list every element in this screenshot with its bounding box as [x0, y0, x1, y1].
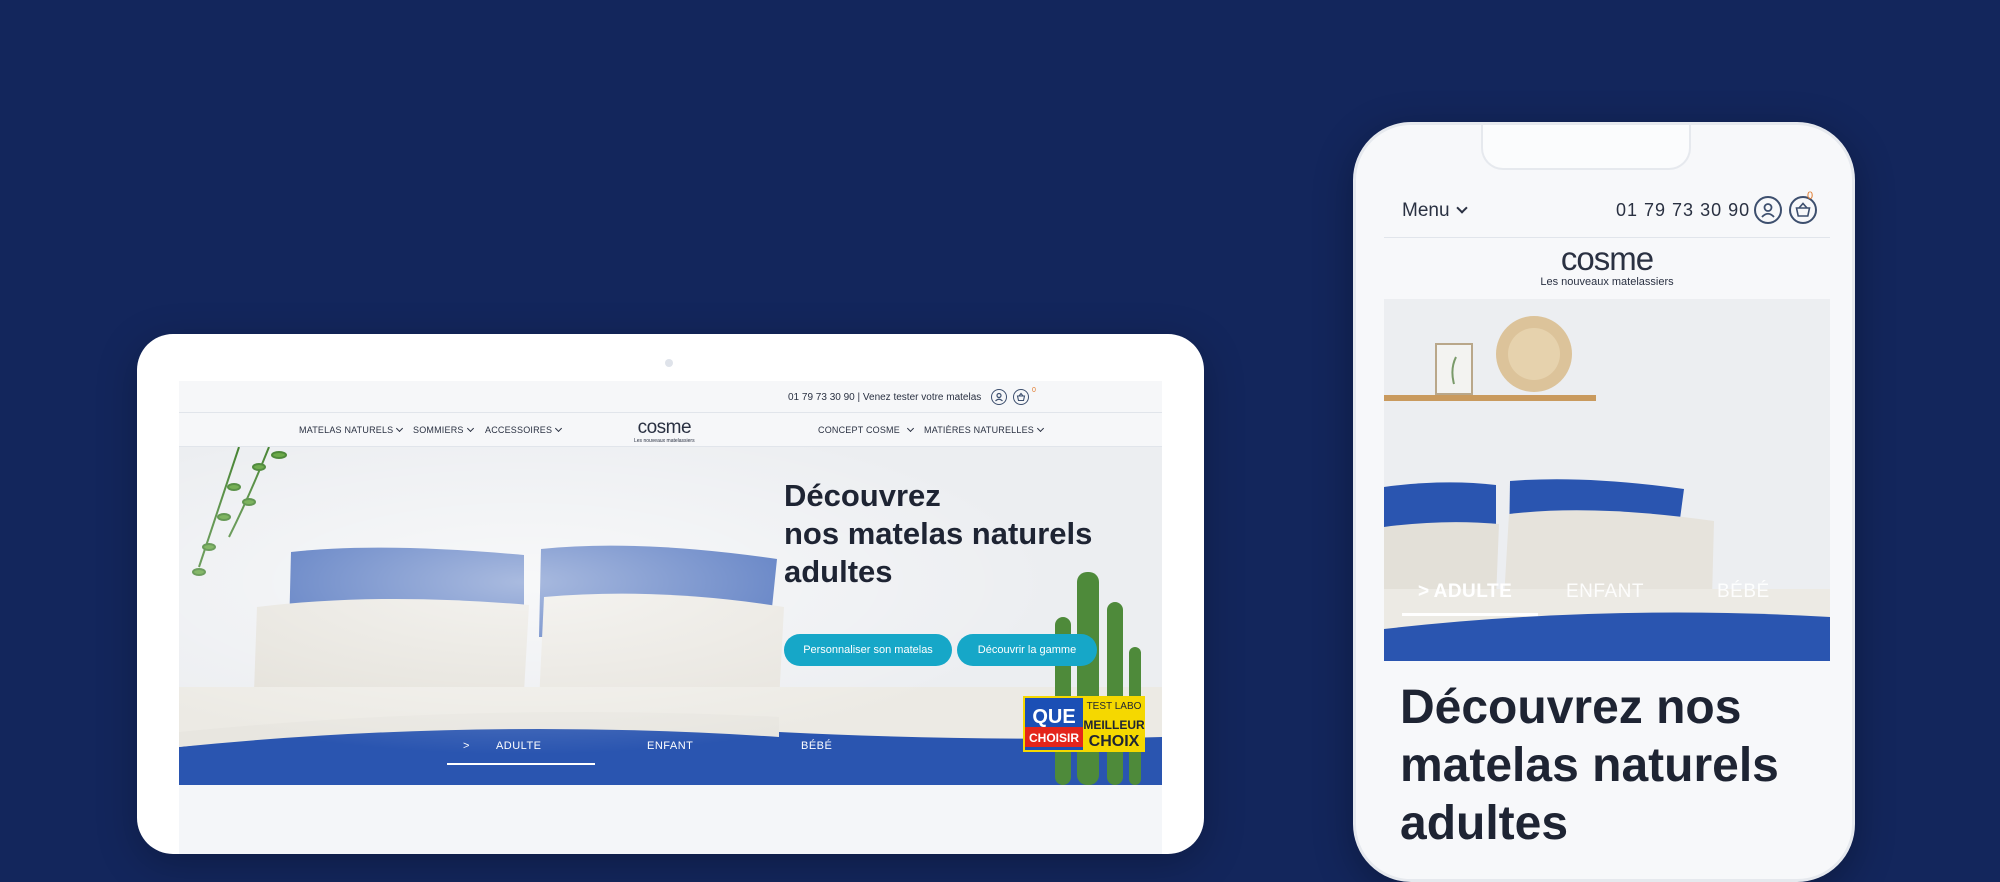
phone-notch [1481, 125, 1691, 170]
nav-sommiers[interactable]: SOMMIERS [413, 424, 474, 435]
tab-bebe[interactable]: BÉBÉ [801, 740, 832, 752]
chevron-down-icon [1455, 202, 1468, 214]
chevron-down-icon [555, 424, 563, 433]
hero-title-line: nos matelas naturels [784, 516, 1093, 551]
nav-label: ACCESSOIRES [485, 425, 553, 435]
hero-title: Découvrez nos matelas naturels adultes [784, 477, 1092, 591]
tab-enfant[interactable]: ENFANT [647, 740, 693, 752]
mobile-hero: > ADULTE ENFANT BÉBÉ [1384, 299, 1830, 661]
nav-matelas-naturels[interactable]: MATELAS NATURELS [299, 424, 404, 435]
nav-matieres-naturelles[interactable]: MATIÈRES NATURELLES [924, 424, 1045, 435]
hero-banner: Découvrez nos matelas naturels adultes P… [179, 447, 1162, 785]
mobile-hero-title: Découvrez nos matelas naturels adultes [1400, 681, 1779, 850]
tablet-device: 01 79 73 30 90 | Venez tester votre mate… [137, 334, 1204, 854]
nav-label: SOMMIERS [413, 425, 464, 435]
top-bar: 01 79 73 30 90 | Venez tester votre mate… [179, 381, 1162, 413]
tablet-camera [665, 359, 673, 367]
logo-wordmark: cosme [1560, 240, 1654, 277]
que-choisir-badge: QUE CHOISIR TEST LABO MEILLEUR CHOIX [1023, 696, 1145, 752]
header-divider [1384, 237, 1830, 238]
active-tab-underline [447, 763, 595, 765]
logo[interactable]: cosme Les nouveaux matelassiers [1356, 240, 1852, 289]
tab-enfant[interactable]: ENFANT [1566, 581, 1644, 603]
hero-title-line: Découvrez [784, 478, 941, 513]
logo-wordmark: cosme [637, 417, 692, 438]
tab-label: ADULTE [1433, 581, 1513, 602]
hero-title-line: adultes [784, 554, 893, 589]
mobile-header: Menu 01 79 73 30 90 0 [1384, 180, 1830, 240]
badge-label-line: CHOIX [1089, 733, 1140, 750]
nav-concept-cosme[interactable]: CONCEPT COSME [818, 424, 914, 435]
contact-text[interactable]: 01 79 73 30 90 | Venez tester votre mate… [788, 392, 981, 403]
menu-label: Menu [1402, 200, 1450, 221]
chevron-down-icon [1036, 424, 1045, 433]
menu-button[interactable]: Menu [1402, 200, 1468, 222]
active-tab-underline [1402, 613, 1538, 616]
tablet-screen: 01 79 73 30 90 | Venez tester votre mate… [179, 381, 1162, 854]
cart-icon[interactable] [1013, 389, 1029, 405]
badge-brand-line: QUE [1032, 706, 1075, 728]
active-tab-marker: > [463, 740, 470, 752]
logo-tagline: Les nouveaux matelassiers [634, 438, 695, 444]
badge-label-line: TEST LABO [1087, 701, 1142, 712]
nav-accessoires[interactable]: ACCESSOIRES [485, 424, 563, 435]
tab-label: ADULTE [495, 740, 542, 752]
badge-brand-line: CHOISIR [1029, 731, 1079, 745]
account-icon[interactable] [1754, 196, 1782, 224]
nav-label: MATIÈRES NATURELLES [924, 425, 1034, 435]
logo-tagline: Les nouveaux matelassiers [1540, 276, 1674, 288]
account-icon[interactable] [991, 389, 1007, 405]
active-tab-marker: > [1418, 581, 1430, 602]
tab-adulte[interactable]: > ADULTE [1418, 581, 1512, 603]
nav-label: MATELAS NATURELS [299, 425, 394, 435]
phone-device: Menu 01 79 73 30 90 0 cosme Les nouveaux… [1353, 122, 1855, 882]
chevron-down-icon [466, 424, 474, 433]
chevron-down-icon [906, 424, 914, 433]
cart-count: 0 [1807, 190, 1814, 202]
customize-mattress-button[interactable]: Personnaliser son matelas [784, 634, 952, 666]
logo[interactable]: cosme Les nouveaux matelassiers [634, 417, 695, 445]
phone-number[interactable]: 01 79 73 30 90 [1616, 200, 1750, 221]
main-nav: MATELAS NATURELS SOMMIERS ACCESSOIRES co… [179, 413, 1162, 447]
chevron-down-icon [396, 424, 404, 433]
tab-bebe[interactable]: BÉBÉ [1717, 581, 1770, 603]
cart-count: 0 [1032, 387, 1036, 394]
tab-adulte[interactable]: > ADULTE [463, 740, 542, 752]
nav-label: CONCEPT COSME [818, 425, 900, 435]
discover-range-button[interactable]: Découvrir la gamme [957, 634, 1097, 666]
bedroom-photo [1384, 299, 1830, 661]
badge-label-line: MEILLEUR [1083, 718, 1145, 732]
